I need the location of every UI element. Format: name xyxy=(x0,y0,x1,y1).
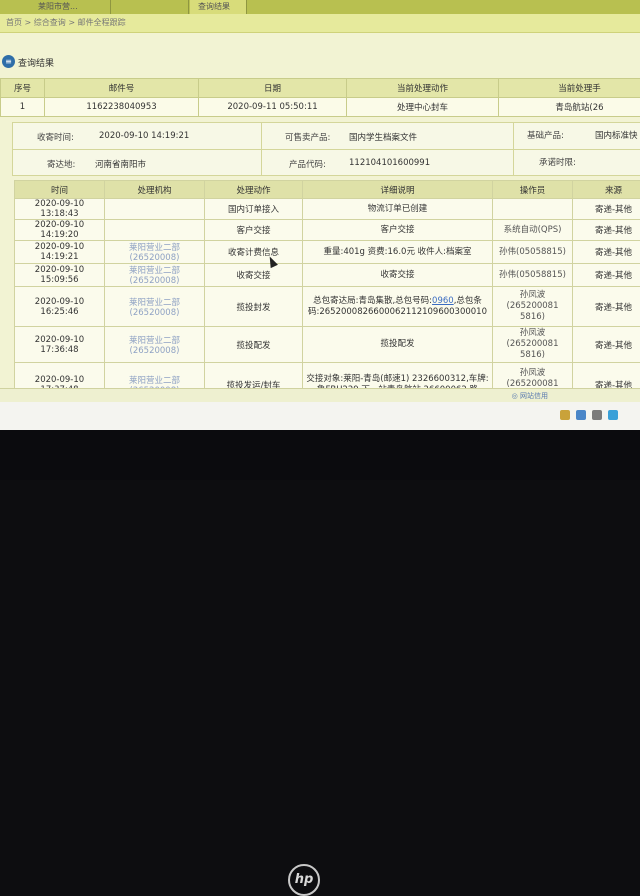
col-detail: 详细说明 xyxy=(303,181,493,199)
cell-org[interactable]: 莱阳营业二部 (26520008) xyxy=(105,241,205,264)
breadcrumb-bar: 首页 > 综合查询 > 邮件全程跟踪 xyxy=(0,14,640,33)
send-time-label: 收寄时间: xyxy=(37,131,74,143)
col-org: 处理机构 xyxy=(105,181,205,199)
col-source: 来源 xyxy=(573,181,640,199)
cell-detail: 物流订单已创建 xyxy=(303,199,493,220)
cell-action: 客户交接 xyxy=(205,220,303,241)
browser-status-bar: ◎ 网站信用 xyxy=(0,388,640,403)
cell-org xyxy=(105,220,205,241)
dest-value: 河南省南阳市 xyxy=(95,158,146,170)
tracking-table: 时间 处理机构 处理动作 详细说明 操作员 来源 2020-09-10 13:1… xyxy=(14,180,640,407)
table-row[interactable]: 2020-09-10 16:25:46 莱阳营业二部 (26520008) 揽投… xyxy=(15,287,640,327)
table-row[interactable]: 2020-09-10 13:18:43 国内订单接入 物流订单已创建 寄递-其他 xyxy=(15,199,640,220)
cell-date: 2020-09-11 05:50:11 xyxy=(199,98,347,117)
cell-detail: 重量:401g 资费:16.0元 收件人:档案室 xyxy=(303,241,493,264)
col-mail-no: 邮件号 xyxy=(45,79,199,98)
cell-source: 寄递-其他 xyxy=(573,287,640,327)
query-result-icon: ≡ xyxy=(2,55,15,68)
cell-detail: 客户交接 xyxy=(303,220,493,241)
cell-source: 寄递-其他 xyxy=(573,241,640,264)
product-code-label: 产品代码: xyxy=(289,158,326,170)
main-result-table: 序号 邮件号 日期 当前处理动作 当前处理手 1 1162238040953 2… xyxy=(0,78,640,117)
site-credit-status[interactable]: ◎ 网站信用 xyxy=(512,391,548,401)
cell-action: 收寄交接 xyxy=(205,264,303,287)
tab-query-result[interactable]: 查询结果 xyxy=(190,0,247,14)
table-row[interactable]: 2020-09-10 14:19:20 客户交接 客户交接 系统自动(QPS) … xyxy=(15,220,640,241)
product-code-value: 112104101600991 xyxy=(349,158,430,168)
cell-operator: 系统自动(QPS) xyxy=(493,220,573,241)
dest-label: 寄达地: xyxy=(47,158,75,170)
cell-detail: 揽投配发 xyxy=(303,327,493,363)
cell-time: 2020-09-10 14:19:20 xyxy=(15,220,105,241)
cell-detail: 总包寄达局:青岛集散,总包号码:0960,总包条码:26520008266000… xyxy=(303,287,493,327)
cell-current-handler: 青岛航站(26 xyxy=(499,98,640,117)
cell-action: 揽投封发 xyxy=(205,287,303,327)
tray-app-icon[interactable] xyxy=(560,410,570,420)
tab-bar: 莱阳市营... 查询结果 xyxy=(0,0,640,14)
base-product-label: 基础产品: xyxy=(527,129,564,141)
cell-operator xyxy=(493,199,573,220)
base-product-value: 国内标准快 xyxy=(595,129,638,141)
cell-index: 1 xyxy=(1,98,45,117)
cell-source: 寄递-其他 xyxy=(573,264,640,287)
cell-operator: 孙凤波 (265200081 5816) xyxy=(493,327,573,363)
cell-time: 2020-09-10 14:19:21 xyxy=(15,241,105,264)
sellable-label: 可售卖产品: xyxy=(285,131,330,143)
cell-source: 寄递-其他 xyxy=(573,220,640,241)
col-current-action: 当前处理动作 xyxy=(347,79,499,98)
cell-operator: 孙凤波 (265200081 5816) xyxy=(493,287,573,327)
col-date: 日期 xyxy=(199,79,347,98)
cell-action: 揽投配发 xyxy=(205,327,303,363)
table-row[interactable]: 1 1162238040953 2020-09-11 05:50:11 处理中心… xyxy=(1,98,640,117)
cell-time: 2020-09-10 16:25:46 xyxy=(15,287,105,327)
cell-current-action: 处理中心封车 xyxy=(347,98,499,117)
volume-icon[interactable] xyxy=(592,410,602,420)
cell-org[interactable]: 莱阳营业二部 (26520008) xyxy=(105,264,205,287)
tracking-header: 时间 处理机构 处理动作 详细说明 操作员 来源 xyxy=(15,181,640,199)
col-action: 处理动作 xyxy=(205,181,303,199)
cell-org[interactable]: 莱阳营业二部 (26520008) xyxy=(105,287,205,327)
system-tray xyxy=(0,402,640,430)
detail-text-pre: 总包寄达局:青岛集散,总包号码: xyxy=(313,296,432,306)
tab-yingye[interactable]: 莱阳市营... xyxy=(30,0,111,14)
cell-time: 2020-09-10 17:36:48 xyxy=(15,327,105,363)
tab-second[interactable] xyxy=(112,0,189,14)
cell-org xyxy=(105,199,205,220)
promise-label: 承诺时限: xyxy=(539,156,576,168)
cell-source: 寄递-其他 xyxy=(573,327,640,363)
send-time-value: 2020-09-10 14:19:21 xyxy=(99,131,189,141)
cell-time: 2020-09-10 15:09:56 xyxy=(15,264,105,287)
cell-time: 2020-09-10 13:18:43 xyxy=(15,199,105,220)
bag-number-link[interactable]: 0960 xyxy=(432,296,454,306)
cell-operator: 孙伟(05058815) xyxy=(493,264,573,287)
table-row[interactable]: 2020-09-10 15:09:56 莱阳营业二部 (26520008) 收寄… xyxy=(15,264,640,287)
hp-logo: hp xyxy=(288,864,320,896)
col-time: 时间 xyxy=(15,181,105,199)
table-row[interactable]: 2020-09-10 14:19:21 莱阳营业二部 (26520008) 收寄… xyxy=(15,241,640,264)
col-operator: 操作员 xyxy=(493,181,573,199)
browser-screen: 莱阳市营... 查询结果 首页 > 综合查询 > 邮件全程跟踪 ≡ 查询结果 序… xyxy=(0,0,640,430)
cell-operator: 孙伟(05058815) xyxy=(493,241,573,264)
cell-org[interactable]: 莱阳营业二部 (26520008) xyxy=(105,327,205,363)
network-icon[interactable] xyxy=(576,410,586,420)
mail-info-panel: 收寄时间: 2020-09-10 14:19:21 可售卖产品: 国内学生档案文… xyxy=(12,122,640,176)
laptop-bezel: hp xyxy=(0,430,640,480)
table-row[interactable]: 2020-09-10 17:36:48 莱阳营业二部 (26520008) 揽投… xyxy=(15,327,640,363)
cell-detail: 收寄交接 xyxy=(303,264,493,287)
col-current-handler: 当前处理手 xyxy=(499,79,640,98)
panel-title: 查询结果 xyxy=(18,56,54,69)
sellable-value: 国内学生档案文件 xyxy=(349,131,417,143)
breadcrumb: 首页 > 综合查询 > 邮件全程跟踪 xyxy=(6,17,126,28)
main-table-header: 序号 邮件号 日期 当前处理动作 当前处理手 xyxy=(1,79,640,98)
cell-action: 收寄计费信息 xyxy=(205,241,303,264)
col-index: 序号 xyxy=(1,79,45,98)
notification-icon[interactable] xyxy=(608,410,618,420)
cell-action: 国内订单接入 xyxy=(205,199,303,220)
cell-mail-no: 1162238040953 xyxy=(45,98,199,117)
cell-source: 寄递-其他 xyxy=(573,199,640,220)
